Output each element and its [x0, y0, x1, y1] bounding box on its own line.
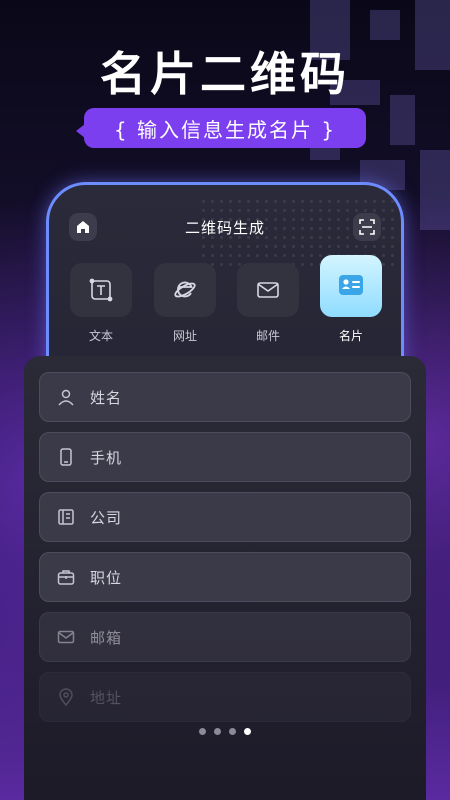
tab-url[interactable]: 网址	[153, 263, 217, 351]
phone-placeholder: 手机	[90, 448, 123, 467]
page-indicator	[24, 728, 426, 738]
mail-icon	[257, 282, 279, 298]
position-field[interactable]: 职位	[39, 552, 411, 602]
tab-label: 文本	[88, 329, 113, 343]
card-form: 姓名 手机 公司 职位 邮箱 地址	[24, 356, 426, 800]
app-title: 二维码生成	[184, 219, 265, 237]
phone-field[interactable]: 手机	[39, 432, 411, 482]
page-dot[interactable]	[229, 728, 236, 735]
scan-button[interactable]	[353, 213, 381, 241]
tab-mail[interactable]: 邮件	[236, 263, 300, 351]
location-icon	[56, 687, 76, 707]
briefcase-icon	[56, 567, 76, 587]
phone-icon	[56, 447, 76, 467]
company-icon	[56, 507, 76, 527]
person-icon	[56, 387, 76, 407]
subtitle-badge: { 输入信息生成名片 }	[76, 108, 366, 148]
tab-label: 网址	[172, 329, 197, 343]
text-icon	[89, 278, 113, 302]
browser-icon	[174, 281, 196, 298]
tab-label: 名片	[338, 329, 363, 343]
position-placeholder: 职位	[90, 568, 123, 587]
tab-text[interactable]: 文本	[69, 263, 133, 351]
tab-card[interactable]: 名片	[319, 255, 383, 351]
app-header: 二维码生成	[49, 207, 401, 247]
name-field[interactable]: 姓名	[39, 372, 411, 422]
address-field[interactable]: 地址	[39, 672, 411, 722]
page-dot[interactable]	[214, 728, 221, 735]
email-placeholder: 邮箱	[90, 628, 123, 647]
company-placeholder: 公司	[90, 508, 123, 527]
mail-icon	[56, 627, 76, 647]
address-placeholder: 地址	[90, 688, 123, 707]
scan-icon	[359, 219, 375, 235]
page-dot-active[interactable]	[244, 728, 251, 735]
name-placeholder: 姓名	[90, 388, 123, 407]
card-icon	[339, 275, 363, 295]
qr-type-tabs: 文本 网址 邮件 名片	[69, 255, 389, 353]
tab-label: 邮件	[255, 329, 280, 343]
email-field[interactable]: 邮箱	[39, 612, 411, 662]
page-dot[interactable]	[199, 728, 206, 735]
company-field[interactable]: 公司	[39, 492, 411, 542]
page-headline: 名片二维码	[100, 47, 350, 101]
